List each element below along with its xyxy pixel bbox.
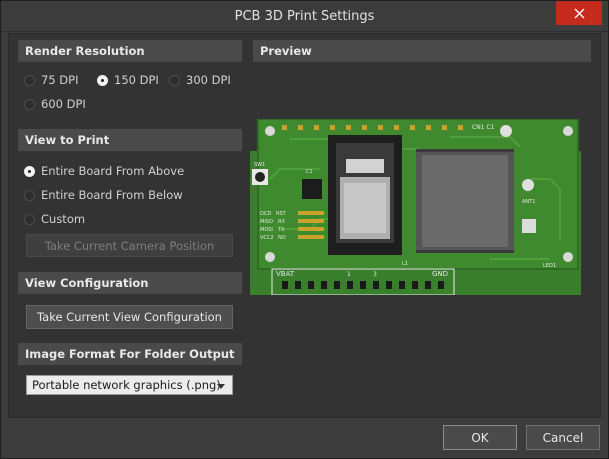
radio-label: Entire Board From Below	[41, 188, 183, 202]
window-title: PCB 3D Print Settings	[234, 9, 375, 24]
radio-75-dpi[interactable]: 75 DPI	[24, 73, 78, 87]
close-icon	[574, 8, 584, 18]
image-format-value: Portable network graphics (.png)	[32, 378, 221, 392]
close-button[interactable]	[556, 1, 602, 25]
board-label-top: CN1 C1	[472, 124, 495, 131]
radio-indicator	[24, 213, 35, 225]
board-signal-label: MOSI	[260, 227, 273, 233]
take-camera-position-button[interactable]: Take Current Camera Position	[26, 234, 233, 257]
take-view-configuration-button[interactable]: Take Current View Configuration	[26, 305, 233, 329]
board-signal-label: MISO	[260, 219, 273, 225]
view-to-print-header: View to Print	[18, 129, 242, 151]
radio-300-dpi[interactable]: 300 DPI	[169, 73, 231, 87]
view-configuration-header: View Configuration	[18, 272, 242, 294]
pcb-preview-image: CN1 C1 SW1 C1 DCD RST MISO RX MOSI TX VC…	[250, 118, 581, 302]
board-label-l1: L1	[402, 261, 408, 267]
board-label-ant: ANT1	[522, 199, 535, 205]
ok-button[interactable]: OK	[443, 425, 517, 450]
board-label-led: LED1	[543, 263, 556, 269]
radio-indicator	[24, 165, 35, 177]
radio-150-dpi[interactable]: 150 DPI	[97, 73, 159, 87]
board-label-gnd: GND	[432, 270, 448, 278]
radio-label: Entire Board From Above	[41, 164, 185, 178]
board-label-chip: C1	[306, 169, 313, 175]
preview-header: Preview	[253, 40, 591, 62]
radio-custom[interactable]: Custom	[24, 212, 85, 226]
radio-entire-board-above[interactable]: Entire Board From Above	[24, 164, 184, 178]
render-resolution-header: Render Resolution	[18, 40, 242, 62]
radio-indicator	[97, 74, 108, 86]
board-label-vbat: VBAT	[276, 270, 295, 278]
radio-label: 75 DPI	[41, 73, 79, 87]
image-format-header: Image Format For Folder Output	[18, 343, 242, 365]
board-pin-label: 3	[373, 271, 377, 278]
board-signal-label: VCC2	[260, 235, 274, 241]
radio-indicator	[24, 98, 35, 110]
radio-label: 300 DPI	[186, 73, 231, 87]
radio-indicator	[24, 189, 35, 201]
board-pin-label: 1	[347, 271, 351, 278]
radio-indicator	[24, 74, 35, 86]
board-signal-label: RST	[276, 211, 287, 217]
radio-600-dpi[interactable]: 600 DPI	[24, 97, 86, 111]
chevron-down-icon	[217, 384, 225, 389]
board-signal-label: NO	[278, 235, 286, 241]
board-signal-label: RX	[278, 219, 285, 225]
radio-indicator	[169, 74, 180, 86]
board-signal-label: DCD	[260, 211, 271, 217]
board-label-sw: SW1	[254, 162, 265, 168]
radio-label: 150 DPI	[114, 73, 159, 87]
image-format-select[interactable]: Portable network graphics (.png)	[26, 375, 233, 395]
title-bar: PCB 3D Print Settings	[1, 1, 608, 32]
radio-label: 600 DPI	[41, 97, 86, 111]
cancel-button[interactable]: Cancel	[526, 425, 600, 450]
radio-label: Custom	[41, 212, 86, 226]
radio-entire-board-below[interactable]: Entire Board From Below	[24, 188, 183, 202]
board-signal-label: TX	[277, 227, 285, 233]
